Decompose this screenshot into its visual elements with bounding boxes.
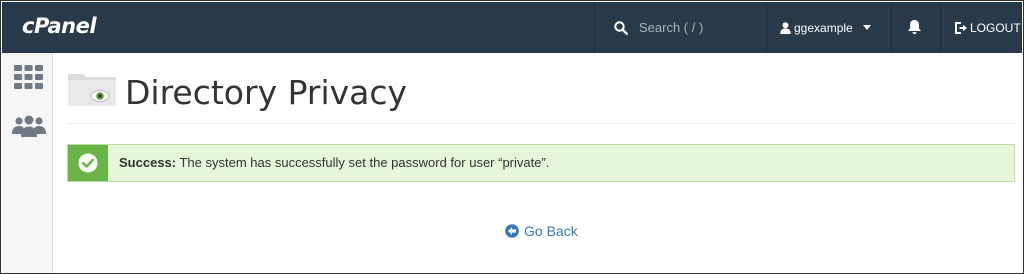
chevron-down-icon: [862, 25, 871, 30]
search-icon: [614, 20, 628, 35]
user-menu[interactable]: ggexample: [780, 2, 874, 53]
navbar-divider: [766, 2, 767, 53]
sidebar: [2, 53, 53, 273]
main-content: Directory Privacy Success: The system ha…: [53, 53, 1023, 273]
success-alert: Success: The system has successfully set…: [67, 144, 1015, 182]
sidebar-item-home[interactable]: [14, 65, 43, 95]
navbar-divider: [891, 2, 892, 53]
users-icon: [12, 115, 46, 137]
navbar-divider: [594, 2, 595, 53]
arrow-circle-left-icon: [505, 224, 519, 238]
username: ggexample: [794, 20, 853, 35]
alert-icon-strip: [68, 145, 108, 181]
notifications-button[interactable]: [907, 19, 922, 40]
search-input[interactable]: [639, 20, 739, 35]
grid-icon: [14, 65, 43, 89]
cpanel-window: cPanel ggexample: [0, 0, 1024, 274]
page-title: Directory Privacy: [125, 73, 408, 112]
folder-eye-icon: [68, 74, 116, 106]
alert-message: Success: The system has successfully set…: [119, 155, 549, 170]
go-back-label: Go Back: [524, 223, 578, 239]
logout-label: LOGOUT: [970, 20, 1021, 35]
check-circle-icon: [78, 153, 98, 173]
alert-body: The system has successfully set the pass…: [179, 155, 550, 170]
user-icon: [780, 21, 791, 34]
cpanel-logo[interactable]: cPanel: [22, 14, 97, 38]
sidebar-item-users[interactable]: [12, 115, 46, 142]
top-navbar: cPanel ggexample: [2, 2, 1022, 53]
navbar-divider: [940, 2, 941, 53]
go-back-link[interactable]: Go Back: [505, 223, 578, 239]
bell-icon: [908, 20, 921, 35]
logout-button[interactable]: LOGOUT: [955, 2, 1021, 53]
alert-label: Success:: [119, 155, 177, 170]
search-box[interactable]: [614, 2, 764, 53]
logout-icon: [955, 21, 967, 34]
page-header: Directory Privacy: [67, 71, 1015, 124]
